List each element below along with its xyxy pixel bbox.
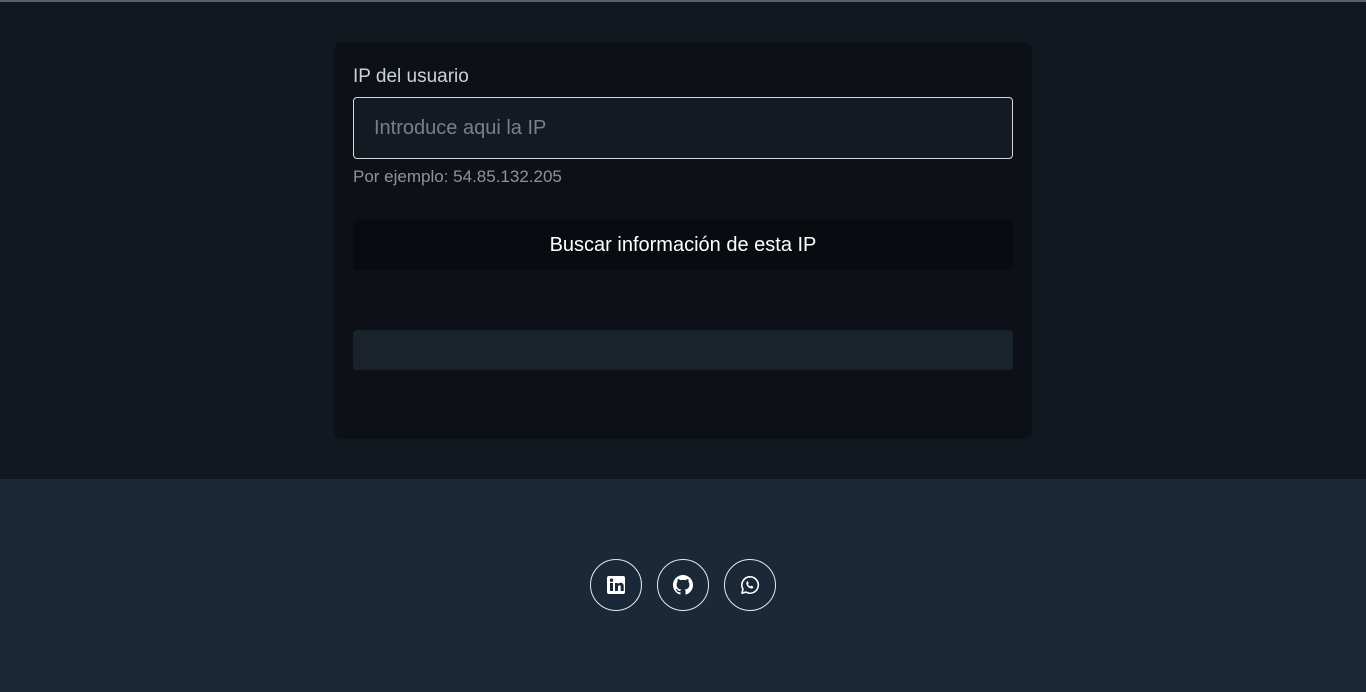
linkedin-icon [606, 575, 626, 595]
linkedin-link[interactable] [590, 559, 642, 611]
main-section: IP del usuario Por ejemplo: 54.85.132.20… [0, 2, 1366, 479]
github-link[interactable] [657, 559, 709, 611]
ip-field-label: IP del usuario [353, 66, 469, 87]
github-icon [673, 575, 693, 595]
ip-example-hint: Por ejemplo: 54.85.132.205 [353, 167, 562, 186]
search-ip-button[interactable]: Buscar información de esta IP [353, 220, 1013, 270]
whatsapp-link[interactable] [724, 559, 776, 611]
ip-lookup-card: IP del usuario Por ejemplo: 54.85.132.20… [334, 42, 1032, 439]
ip-input[interactable] [353, 97, 1013, 159]
result-box [353, 330, 1013, 370]
footer [0, 479, 1366, 692]
whatsapp-icon [740, 575, 760, 595]
